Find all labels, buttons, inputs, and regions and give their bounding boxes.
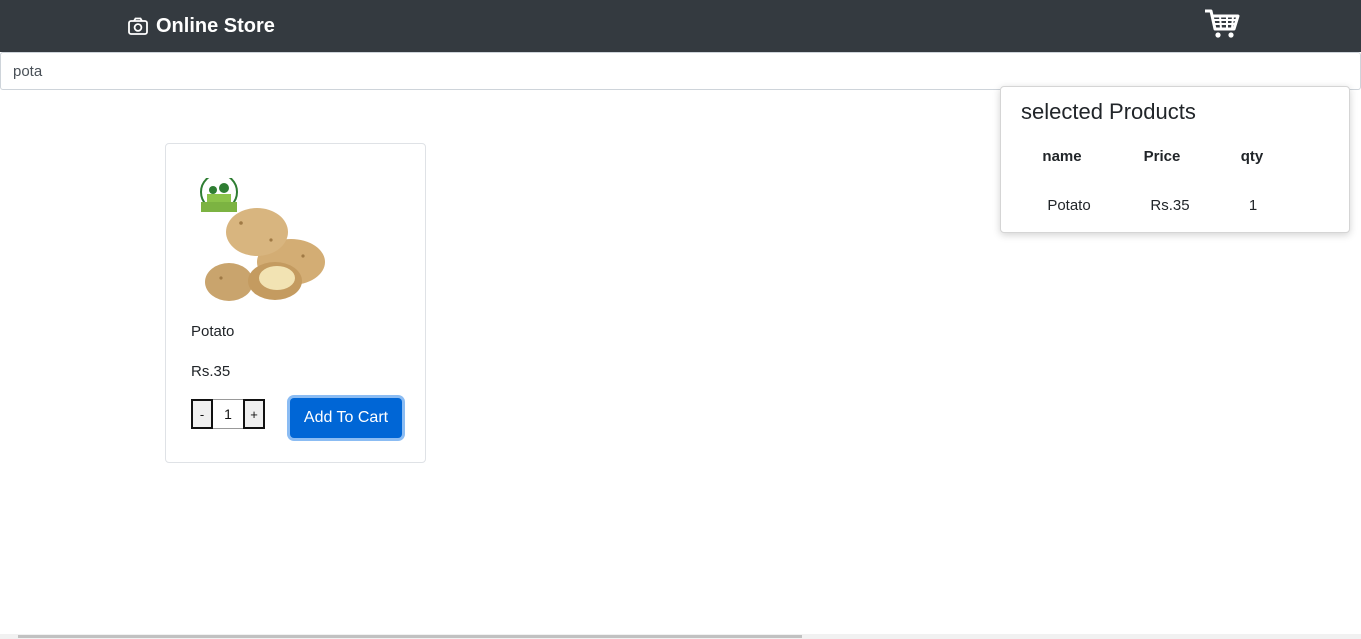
- cart-row-price: Rs.35: [1150, 197, 1190, 214]
- scrollbar-thumb[interactable]: [18, 635, 802, 638]
- cart-row-name: Potato: [1047, 197, 1091, 214]
- product-price: Rs.35: [191, 363, 231, 380]
- decrement-button[interactable]: -: [191, 399, 213, 429]
- cart-row-qty: 1: [1248, 197, 1258, 214]
- increment-button[interactable]: +: [243, 399, 265, 429]
- column-header-qty: qty: [1240, 148, 1264, 165]
- search-input[interactable]: [0, 52, 1361, 90]
- panel-title: selected Products: [1021, 99, 1196, 124]
- potato-image: [191, 178, 339, 320]
- camera-icon: [128, 17, 148, 35]
- product-name: Potato: [191, 323, 235, 340]
- add-to-cart-button[interactable]: Add To Cart: [290, 398, 402, 438]
- column-header-price: Price: [1143, 148, 1181, 165]
- column-header-name: name: [1042, 148, 1082, 165]
- selected-products-panel: selected Products name Price qty Potato …: [1000, 86, 1350, 233]
- quantity-stepper: - 1 +: [191, 399, 265, 429]
- shopping-cart-icon[interactable]: [1204, 8, 1240, 40]
- brand-title: Online Store: [156, 14, 275, 37]
- navbar: Online Store: [0, 0, 1361, 52]
- quantity-value: 1: [213, 399, 243, 429]
- horizontal-scrollbar[interactable]: [0, 634, 1361, 639]
- product-card: Potato Rs.35 - 1 + Add To Cart: [165, 143, 426, 463]
- brand-link[interactable]: Online Store: [128, 12, 275, 40]
